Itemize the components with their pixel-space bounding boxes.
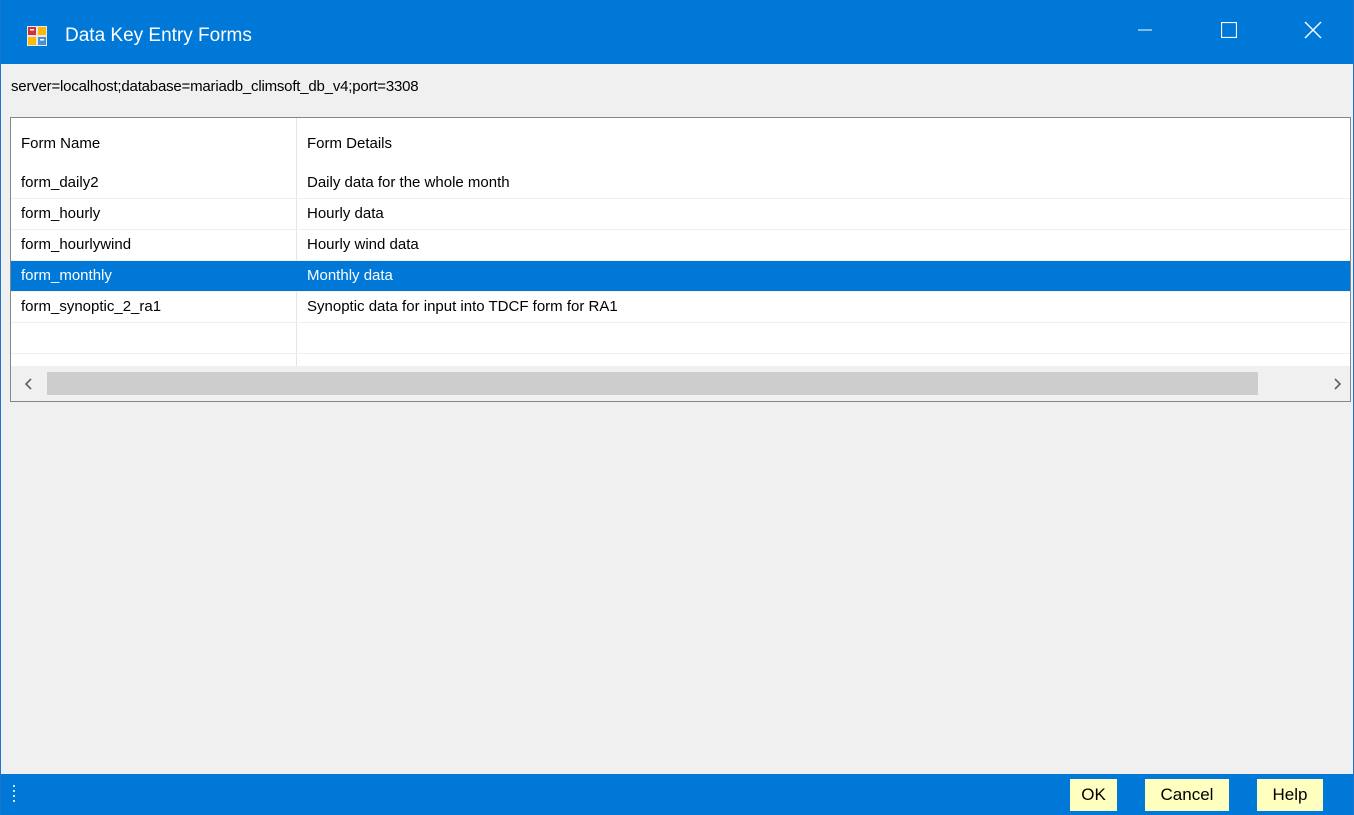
connection-string-label: server=localhost;database=mariadb_climso… bbox=[11, 78, 419, 95]
scroll-right-icon[interactable] bbox=[1325, 373, 1349, 395]
maximize-icon bbox=[1220, 21, 1238, 43]
cancel-button[interactable]: Cancel bbox=[1145, 779, 1229, 811]
form-details-cell: Hourly wind data bbox=[307, 236, 419, 253]
list-row[interactable]: form_hourlywind Hourly wind data bbox=[11, 230, 1350, 261]
form-details-cell: Monthly data bbox=[307, 267, 393, 284]
minimize-button[interactable] bbox=[1103, 0, 1187, 64]
close-icon bbox=[1304, 21, 1322, 44]
bottom-toolbar: OK Cancel Help bbox=[1, 774, 1353, 815]
form-name-cell: form_synoptic_2_ra1 bbox=[21, 298, 162, 315]
title-bar[interactable]: Data Key Entry Forms bbox=[1, 0, 1353, 64]
forms-list-view[interactable]: Form Name Form Details form_daily2 Daily… bbox=[10, 117, 1351, 402]
maximize-button[interactable] bbox=[1187, 0, 1271, 64]
column-header-form-details[interactable]: Form Details bbox=[307, 135, 392, 152]
list-header: Form Name Form Details bbox=[11, 118, 1350, 168]
column-header-form-name[interactable]: Form Name bbox=[21, 135, 100, 152]
list-row[interactable]: form_synoptic_2_ra1 Synoptic data for in… bbox=[11, 292, 1350, 323]
form-details-cell: Daily data for the whole month bbox=[307, 174, 510, 191]
window-title: Data Key Entry Forms bbox=[65, 25, 252, 46]
scrollbar-thumb[interactable] bbox=[47, 372, 1258, 395]
form-name-cell: form_hourly bbox=[21, 205, 101, 222]
form-name-cell: form_monthly bbox=[21, 267, 112, 284]
form-name-cell: form_hourlywind bbox=[21, 236, 132, 253]
minimize-icon bbox=[1138, 23, 1152, 42]
scroll-left-icon[interactable] bbox=[17, 373, 41, 395]
form-details-cell: Synoptic data for input into TDCF form f… bbox=[307, 298, 618, 315]
empty-row bbox=[11, 323, 1350, 354]
close-button[interactable] bbox=[1271, 0, 1354, 64]
help-button[interactable]: Help bbox=[1257, 779, 1323, 811]
dialog-window: Data Key Entry Forms server=localhost;da… bbox=[0, 0, 1354, 815]
horizontal-scrollbar[interactable] bbox=[11, 366, 1350, 401]
form-name-cell: form_daily2 bbox=[21, 174, 99, 191]
list-row-selected[interactable]: form_monthly Monthly data bbox=[11, 261, 1350, 292]
list-row[interactable]: form_daily2 Daily data for the whole mon… bbox=[11, 168, 1350, 199]
form-details-cell: Hourly data bbox=[307, 205, 384, 222]
toolbar-grip-icon[interactable] bbox=[12, 784, 16, 806]
app-icon bbox=[27, 26, 47, 46]
list-row[interactable]: form_hourly Hourly data bbox=[11, 199, 1350, 230]
ok-button[interactable]: OK bbox=[1070, 779, 1117, 811]
